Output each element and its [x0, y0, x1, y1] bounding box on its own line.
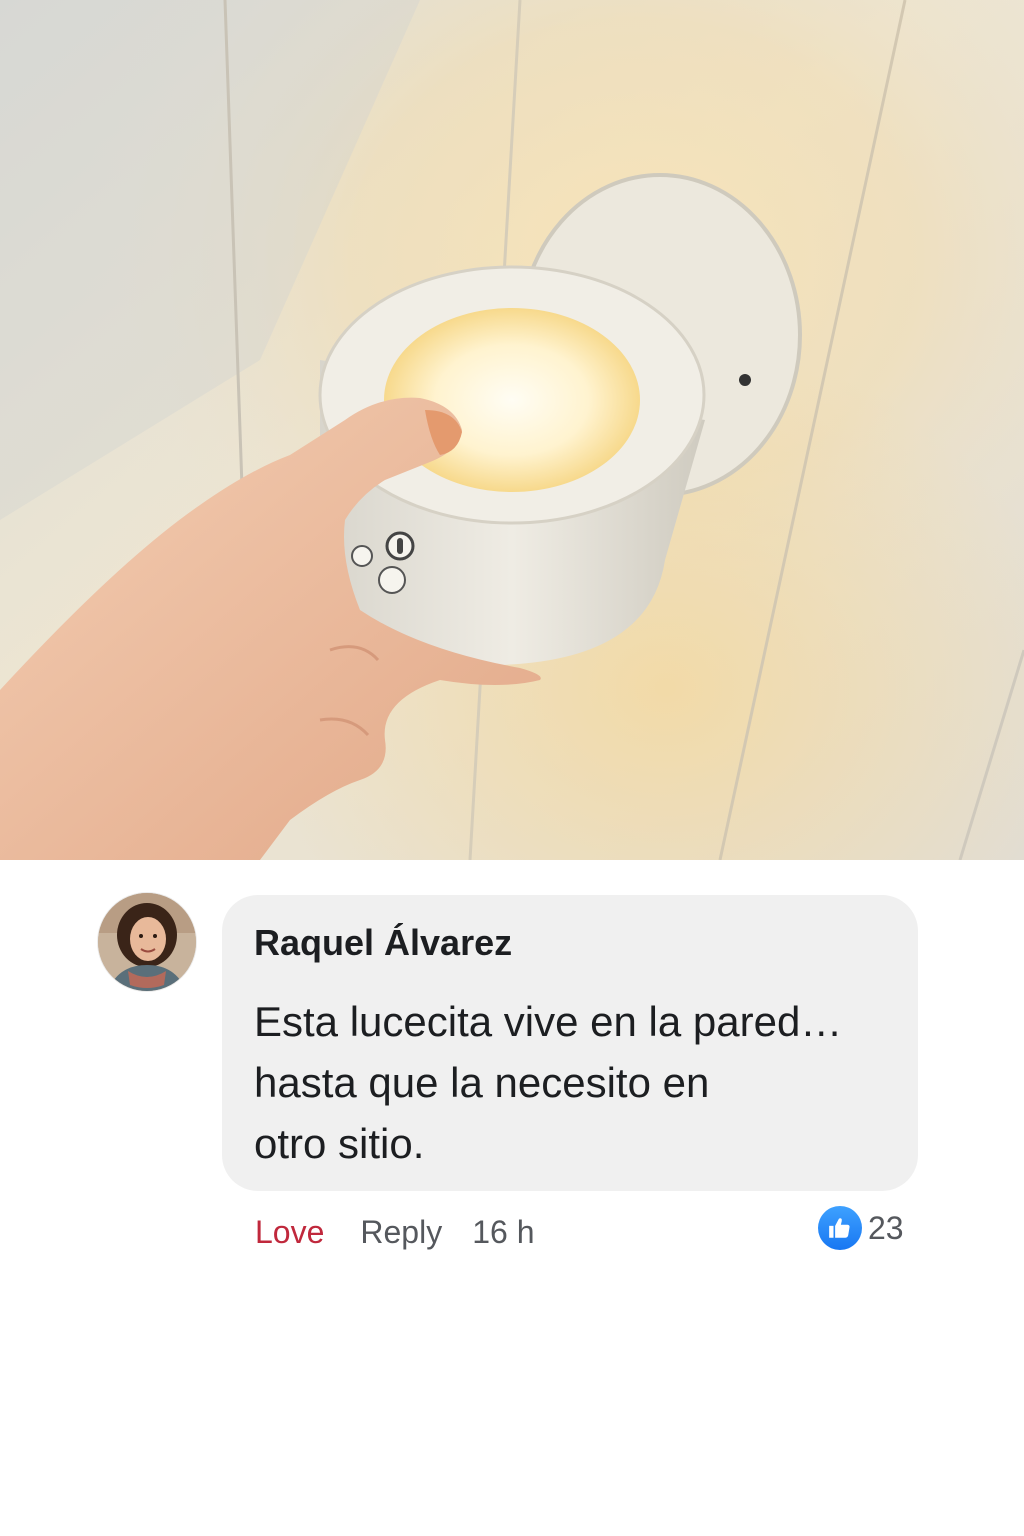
author-avatar[interactable] [98, 893, 196, 991]
comment-bubble: Raquel Álvarez Esta lucecita vive en la … [222, 895, 918, 1191]
comment-author-name[interactable]: Raquel Álvarez [254, 921, 886, 965]
comment-actions: Love Reply 16 h [255, 1208, 534, 1256]
reaction-summary[interactable]: 23 [818, 1206, 904, 1250]
thumbs-up-icon [818, 1206, 862, 1250]
post-photo[interactable] [0, 0, 1024, 860]
post-page: Raquel Álvarez Esta lucecita vive en la … [0, 0, 1024, 1536]
comment-text: Esta lucecita vive en la pared… hasta qu… [254, 998, 843, 1167]
reply-button[interactable]: Reply [360, 1214, 442, 1251]
comment-timestamp[interactable]: 16 h [472, 1214, 534, 1251]
reaction-count: 23 [868, 1209, 904, 1246]
love-reaction-button[interactable]: Love [255, 1214, 324, 1251]
